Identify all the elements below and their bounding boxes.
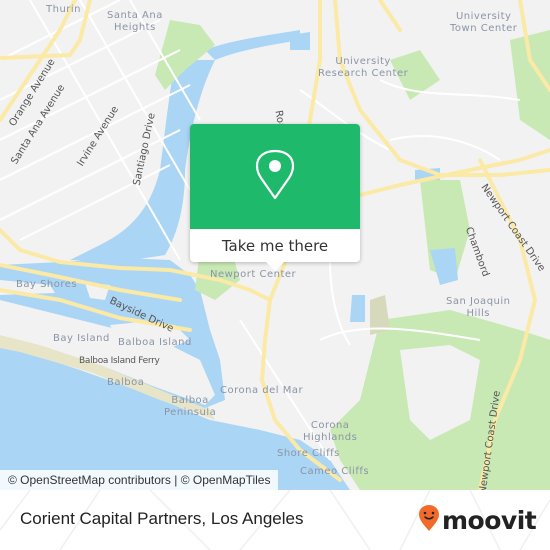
popup-header <box>190 124 360 229</box>
place-label-balboa-peninsula: Balboa Peninsula <box>164 395 216 419</box>
place-label-cameo-cliffs: Cameo Cliffs <box>300 466 370 477</box>
place-label-balboa: Balboa <box>107 377 145 388</box>
location-title: Corient Capital Partners, Los Angeles <box>20 509 304 528</box>
take-me-there-button[interactable]: Take me there <box>190 229 360 262</box>
moovit-wordmark: moovit <box>442 505 537 535</box>
map-attribution[interactable]: © OpenStreetMap contributors | © OpenMap… <box>0 470 279 490</box>
place-label-text: Balboa Peninsula <box>164 395 217 418</box>
ferry-label: Balboa Island Ferry <box>79 356 160 366</box>
place-label-santa-ana-heights: Santa Ana Heights <box>107 10 163 34</box>
location-popup: Take me there <box>190 124 360 271</box>
map-pin-icon <box>255 149 295 205</box>
place-label-text: University Town Center <box>450 11 518 34</box>
place-label-balboa-island: Balboa Island <box>118 337 192 348</box>
place-label-university-research-center: University Research Center <box>318 56 408 80</box>
footer: Corient Capital Partners, Los Angeles mo… <box>0 490 550 550</box>
place-label-san-joaquin-hills: San Joaquin Hills <box>446 296 511 320</box>
place-label-text: Corona Highlands <box>303 420 358 443</box>
place-label-text: University Research Center <box>318 56 409 79</box>
map[interactable]: Thurin Santa Ana Heights University Town… <box>0 0 550 490</box>
moovit-logo[interactable]: moovit <box>418 504 537 536</box>
moovit-pin-icon <box>418 504 440 536</box>
place-label-thurin: Thurin <box>46 4 82 15</box>
place-label-corona-highlands: Corona Highlands <box>303 420 357 444</box>
place-label-university-town-center: University Town Center <box>450 11 517 35</box>
place-label-shore-cliffs: Shore Cliffs <box>277 448 340 459</box>
place-label-bay-shores: Bay Shores <box>16 279 78 290</box>
place-label-text: Santa Ana Heights <box>107 10 163 33</box>
place-label-text: San Joaquin Hills <box>446 296 511 319</box>
popup-tail <box>266 262 284 271</box>
place-label-bay-island: Bay Island <box>53 333 110 344</box>
place-label-corona-del-mar: Corona del Mar <box>220 385 304 396</box>
